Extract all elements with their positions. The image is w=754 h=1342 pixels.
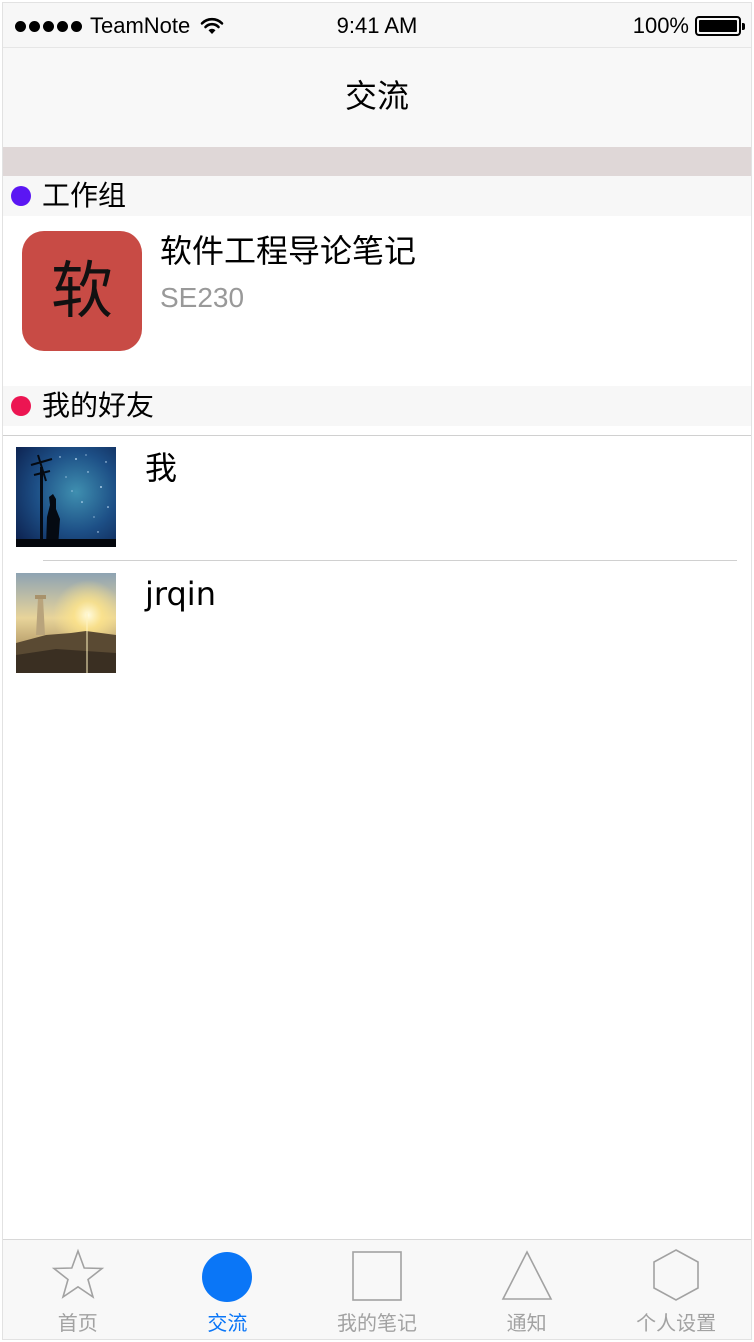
- friend-row[interactable]: 我: [3, 436, 751, 562]
- hexagon-icon: [649, 1248, 703, 1302]
- triangle-icon: [500, 1248, 554, 1302]
- section-title: 工作组: [42, 179, 127, 212]
- avatar: [16, 447, 116, 547]
- battery-percent: 100%: [632, 13, 689, 38]
- section-title: 我的好友: [42, 389, 155, 422]
- star-icon: [51, 1248, 105, 1302]
- page-title: 交流: [344, 77, 409, 115]
- group-avatar: 软: [22, 231, 142, 351]
- tab-notifications[interactable]: 通知: [452, 1240, 602, 1339]
- group-code: SE230: [160, 282, 245, 313]
- section-header-friends: 我的好友: [3, 386, 751, 426]
- tab-label: 交流: [207, 1311, 248, 1335]
- section-dot-icon: [11, 186, 31, 206]
- navigation-bar: 交流: [3, 47, 751, 147]
- tab-home[interactable]: 首页: [3, 1240, 153, 1339]
- tab-label: 我的笔记: [336, 1311, 417, 1335]
- group-avatar-char: 软: [50, 254, 113, 327]
- tab-label: 通知: [506, 1311, 547, 1335]
- tab-label: 首页: [57, 1311, 98, 1335]
- section-header-workgroup: 工作组: [3, 176, 751, 216]
- tab-my-notes[interactable]: 我的笔记: [302, 1240, 452, 1339]
- tab-settings[interactable]: 个人设置: [601, 1240, 751, 1339]
- friend-name: 我: [145, 449, 178, 487]
- battery-icon: [695, 16, 745, 36]
- circle-icon: [200, 1248, 254, 1302]
- header-spacer: [3, 147, 751, 176]
- tab-bar: 首页 交流 我的笔记 通知 个人设置: [3, 1239, 751, 1339]
- tab-exchange[interactable]: 交流: [153, 1240, 303, 1339]
- row-divider: [43, 560, 737, 561]
- app-screen: TeamNote 9:41 AM 100% 交流 工作组 软 软件工程导论笔记 …: [2, 2, 752, 1340]
- status-right: 100%: [632, 13, 745, 39]
- status-bar: TeamNote 9:41 AM 100%: [3, 3, 751, 47]
- group-name: 软件工程导论笔记: [160, 232, 417, 270]
- group-row[interactable]: 软 软件工程导论笔记 SE230: [3, 216, 751, 386]
- friend-row[interactable]: jrqin: [3, 562, 751, 688]
- friend-name: jrqin: [145, 575, 216, 613]
- square-icon: [350, 1248, 404, 1302]
- avatar: [16, 573, 116, 673]
- tab-label: 个人设置: [636, 1311, 717, 1335]
- section-dot-icon: [11, 396, 31, 416]
